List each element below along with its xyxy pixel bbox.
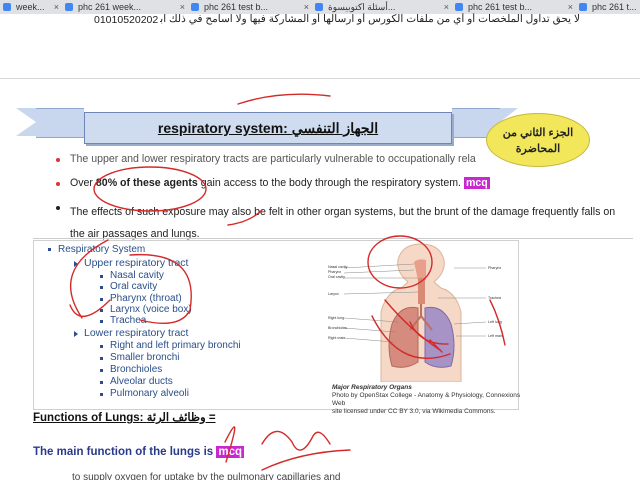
phone-number: 01010520202 (92, 14, 161, 26)
favicon-icon (455, 3, 463, 11)
cut-off-line: to supply oxygen for uptake by the pulmo… (72, 472, 341, 480)
respiratory-organs-diagram: Nasal cavityPharynxOral cavity LarynxRig… (328, 243, 503, 382)
bullet-dot (56, 206, 60, 210)
svg-text:Bronchioles: Bronchioles (328, 326, 347, 330)
mcq-tag: mcq (216, 446, 245, 458)
diagram-caption: Major Respiratory Organs Photo by OpenSt… (332, 384, 532, 416)
favicon-icon (579, 3, 587, 11)
browser-tab[interactable]: أسئلة اكتوبيسوة... × (312, 0, 452, 14)
list-item: Pulmonary alveoli (100, 388, 189, 399)
list-item: Respiratory System (48, 244, 145, 255)
list-item: Larynx (voice box) (100, 304, 192, 315)
bullet-item: The upper and lower respiratory tracts a… (56, 153, 476, 165)
svg-text:Pharynx: Pharynx (328, 270, 341, 274)
browser-tab[interactable]: phc 261 week... × (62, 0, 188, 14)
list-item: Lower respiratory tract (74, 327, 188, 339)
svg-text:Left main: Left main (488, 334, 503, 338)
section-banner: respiratory system: الجهاز التنفسي (84, 112, 452, 144)
svg-text:Nasal cavity: Nasal cavity (328, 265, 348, 269)
browser-tab[interactable]: phc 261 test b... × (188, 0, 312, 14)
functions-heading: Functions of Lungs: وظائف الرئة = (33, 412, 216, 424)
browser-tab[interactable]: phc 261 test b... × (452, 0, 576, 14)
browser-tab[interactable]: phc 261 t... (576, 0, 640, 14)
svg-text:Larynx: Larynx (328, 292, 339, 296)
list-item: Nasal cavity (100, 270, 164, 281)
bullet-dot (56, 158, 60, 162)
close-icon[interactable]: × (54, 0, 59, 14)
list-item: Alveolar ducts (100, 376, 173, 387)
caption-line: site licensed under CC BY 3.0, via Wikim… (332, 408, 496, 415)
bullet-dot (56, 182, 60, 186)
browser-tab[interactable]: week... × (0, 0, 62, 14)
svg-text:Left lung: Left lung (488, 320, 502, 324)
section-title: respiratory system: الجهاز التنفسي (157, 120, 379, 136)
list-item: Pharynx (throat) (100, 293, 182, 304)
caption-title: Major Respiratory Organs (332, 384, 412, 391)
close-icon[interactable]: × (180, 0, 185, 14)
list-item: Upper respiratory tract (74, 257, 188, 269)
favicon-icon (315, 3, 323, 11)
divider (0, 78, 640, 79)
close-icon[interactable]: × (304, 0, 309, 14)
svg-text:Right lung: Right lung (328, 316, 344, 320)
divider (33, 238, 633, 239)
close-icon[interactable]: × (568, 0, 573, 14)
list-item: Smaller bronchi (100, 352, 179, 363)
mcq-tag: mcq (463, 177, 490, 189)
list-item: Bronchioles (100, 364, 162, 375)
list-item: Right and left primary bronchi (100, 340, 241, 351)
list-item: Trachea (100, 315, 146, 326)
browser-tab-strip: week... × phc 261 week... × phc 261 test b… (0, 0, 640, 14)
bullet-item: Over 80% of these agents gain access to … (56, 177, 490, 189)
close-icon[interactable]: × (444, 0, 449, 14)
favicon-icon (3, 3, 11, 11)
ribbon-left-tail (16, 108, 36, 136)
bullet-list: The upper and lower respiratory tracts a… (32, 153, 628, 240)
main-function-line: The main function of the lungs is mcq (33, 446, 245, 458)
list-item: Oral cavity (100, 281, 157, 292)
svg-text:Right main: Right main (328, 336, 345, 340)
favicon-icon (65, 3, 73, 11)
favicon-icon (191, 3, 199, 11)
svg-text:Trachea: Trachea (488, 296, 501, 300)
svg-text:Oral cavity: Oral cavity (328, 275, 345, 279)
caption-line: Photo by OpenStax College - Anatomy & Ph… (332, 392, 521, 407)
svg-text:Pharynx: Pharynx (488, 266, 501, 270)
ribbon-left (36, 108, 84, 138)
